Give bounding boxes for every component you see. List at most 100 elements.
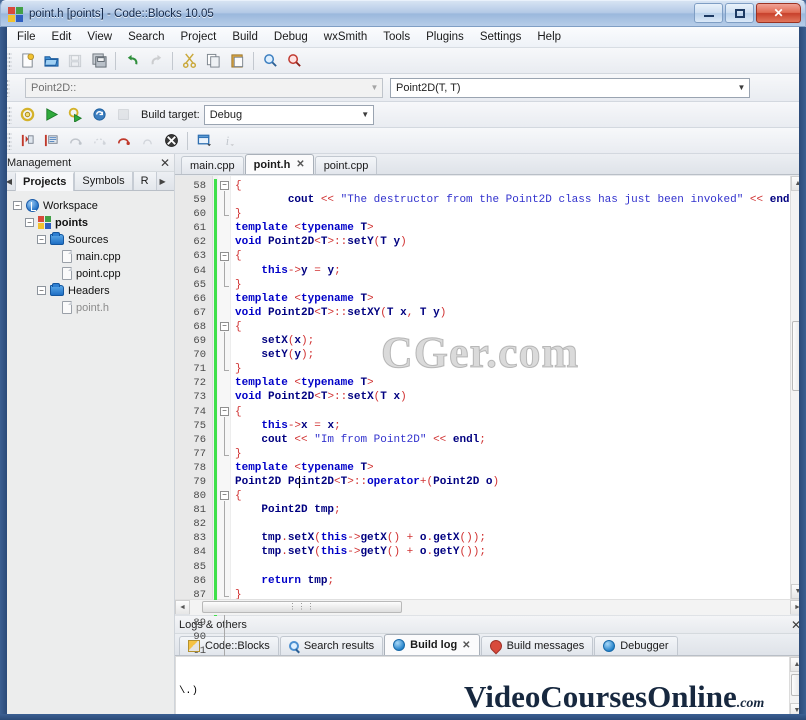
debugger-toolbar: i	[1, 128, 805, 154]
code-editor[interactable]: 58 59 60 61 62 63 64 65 66 67 68 69 70 7…	[175, 175, 806, 685]
rebuild-icon[interactable]	[88, 104, 110, 126]
menu-debug[interactable]: Debug	[266, 28, 316, 47]
abort-icon[interactable]	[112, 104, 134, 126]
tab-scroll-right-icon[interactable]: ▶	[157, 172, 169, 190]
logs-tab-debugger[interactable]: Debugger	[594, 636, 678, 655]
code-folding-column[interactable]: −−−−−−	[218, 176, 231, 668]
code-line: tmp.setY(this->getY() + o.getY());	[261, 546, 486, 559]
copy-icon[interactable]	[202, 50, 224, 72]
build-and-run-icon[interactable]	[64, 104, 86, 126]
function-combo[interactable]: Point2D(T, T) ▼	[390, 77, 750, 98]
tab-symbols[interactable]: Symbols	[74, 172, 133, 190]
tree-item-folder-headers[interactable]: − Headers	[7, 282, 174, 299]
editor-tab-point-cpp[interactable]: point.cpp	[314, 156, 378, 174]
new-file-icon[interactable]	[16, 50, 38, 72]
stop-debugger-icon[interactable]	[160, 130, 182, 152]
tab-projects[interactable]: Projects	[15, 172, 75, 191]
editor-horizontal-scrollbar[interactable]: ◄ ⋮⋮⋮ ►	[175, 599, 805, 615]
build-target-value: Debug	[209, 108, 243, 121]
open-file-icon[interactable]	[40, 50, 62, 72]
close-button[interactable]: ✕	[756, 3, 801, 23]
tree-item-file-point-cpp[interactable]: point.cpp	[7, 265, 174, 282]
fold-toggle-icon[interactable]: −	[220, 406, 229, 416]
fold-toggle-icon[interactable]: −	[220, 322, 229, 331]
various-info-icon[interactable]: i	[217, 130, 239, 152]
logs-tab-label: Code::Blocks	[205, 640, 270, 652]
hscroll-track[interactable]: ⋮⋮⋮	[190, 599, 790, 615]
menu-wxsmith[interactable]: wxSmith	[316, 28, 375, 47]
step-out-icon[interactable]	[112, 130, 134, 152]
logs-tab-build-messages[interactable]: Build messages	[480, 636, 594, 655]
menu-view[interactable]: View	[79, 28, 120, 47]
project-icon	[38, 216, 51, 229]
tree-item-workspace[interactable]: − Workspace	[7, 197, 174, 214]
replace-icon[interactable]	[283, 50, 305, 72]
fold-guide-end	[224, 370, 229, 372]
tree-item-project-points[interactable]: − points	[7, 214, 174, 231]
logs-tab-search-results[interactable]: Search results	[279, 636, 384, 655]
menu-file[interactable]: File	[9, 28, 44, 47]
function-combo-value: Point2D(T, T)	[396, 81, 461, 94]
close-icon[interactable]: ✕	[160, 157, 170, 169]
build-target-label: Build target:	[141, 108, 200, 121]
step-into-icon[interactable]	[88, 130, 110, 152]
tree-item-folder-sources[interactable]: − Sources	[7, 231, 174, 248]
pin-icon	[487, 637, 505, 655]
window-edge-bottom	[0, 714, 806, 720]
minimize-button[interactable]	[694, 3, 723, 23]
build-icon[interactable]	[16, 104, 38, 126]
tree-item-file-point-h[interactable]: point.h	[7, 299, 174, 316]
code-completion-toolbar: Point2D:: ▼ Point2D(T, T) ▼	[1, 74, 805, 102]
maximize-icon	[734, 8, 745, 18]
run-icon[interactable]	[40, 104, 62, 126]
undo-icon[interactable]	[121, 50, 143, 72]
fold-toggle-icon[interactable]: −	[220, 181, 229, 190]
tab-resources[interactable]: R	[132, 172, 157, 190]
find-icon[interactable]	[259, 50, 281, 72]
tree-item-label: Workspace	[43, 199, 98, 212]
close-icon[interactable]: ✕	[462, 640, 470, 651]
editor-tab-point-h[interactable]: point.h ✕	[244, 154, 314, 174]
debugging-windows-icon[interactable]	[193, 130, 215, 152]
tree-toggle-icon[interactable]: −	[25, 218, 34, 227]
menu-tools[interactable]: Tools	[375, 28, 418, 47]
menu-project[interactable]: Project	[173, 28, 225, 47]
next-instruction-icon[interactable]	[136, 130, 158, 152]
logs-tab-label: Search results	[303, 640, 375, 652]
tree-toggle-icon[interactable]: −	[37, 286, 46, 295]
close-icon[interactable]: ✕	[296, 159, 304, 170]
project-tree[interactable]: − Workspace − points − Sources main.cpp …	[1, 191, 174, 719]
save-icon[interactable]	[64, 50, 86, 72]
hscroll-thumb[interactable]: ⋮⋮⋮	[202, 600, 402, 613]
run-to-cursor-icon[interactable]	[40, 130, 62, 152]
debug-continue-icon[interactable]	[16, 130, 38, 152]
fold-toggle-icon[interactable]: −	[220, 491, 229, 501]
menu-bar: File Edit View Search Project Build Debu…	[1, 27, 805, 48]
cut-icon[interactable]	[178, 50, 200, 72]
fold-toggle-icon[interactable]: −	[220, 251, 229, 261]
code-text-content[interactable]: { cout << "The destructor from the Point…	[231, 176, 790, 599]
code-line: template <typename T>	[235, 222, 374, 235]
save-all-icon[interactable]	[88, 50, 110, 72]
scope-combo[interactable]: Point2D:: ▼	[25, 77, 383, 98]
log-output-body[interactable]: \.) Process terminated with status -1073…	[175, 656, 805, 719]
build-target-combo[interactable]: Debug ▼	[203, 104, 374, 125]
menu-settings[interactable]: Settings	[472, 28, 530, 47]
paste-icon[interactable]	[226, 50, 248, 72]
tree-item-file-main-cpp[interactable]: main.cpp	[7, 248, 174, 265]
scroll-left-icon[interactable]: ◄	[175, 599, 190, 615]
next-line-icon[interactable]	[64, 130, 86, 152]
menu-search[interactable]: Search	[120, 28, 172, 47]
tree-item-label: point.h	[76, 301, 110, 314]
menu-build[interactable]: Build	[224, 28, 266, 47]
logs-tab-build-log[interactable]: Build log ✕	[384, 634, 480, 655]
tree-toggle-icon[interactable]: −	[37, 235, 46, 244]
menu-help[interactable]: Help	[529, 28, 569, 47]
menu-plugins[interactable]: Plugins	[418, 28, 472, 47]
editor-tab-main-cpp[interactable]: main.cpp	[181, 156, 244, 174]
maximize-button[interactable]	[725, 3, 754, 23]
code-line: Point2D Point2D<T>::operator+(Point2D o)	[235, 475, 500, 488]
menu-edit[interactable]: Edit	[44, 28, 80, 47]
tree-toggle-icon[interactable]: −	[13, 201, 22, 210]
redo-icon[interactable]	[145, 50, 167, 72]
